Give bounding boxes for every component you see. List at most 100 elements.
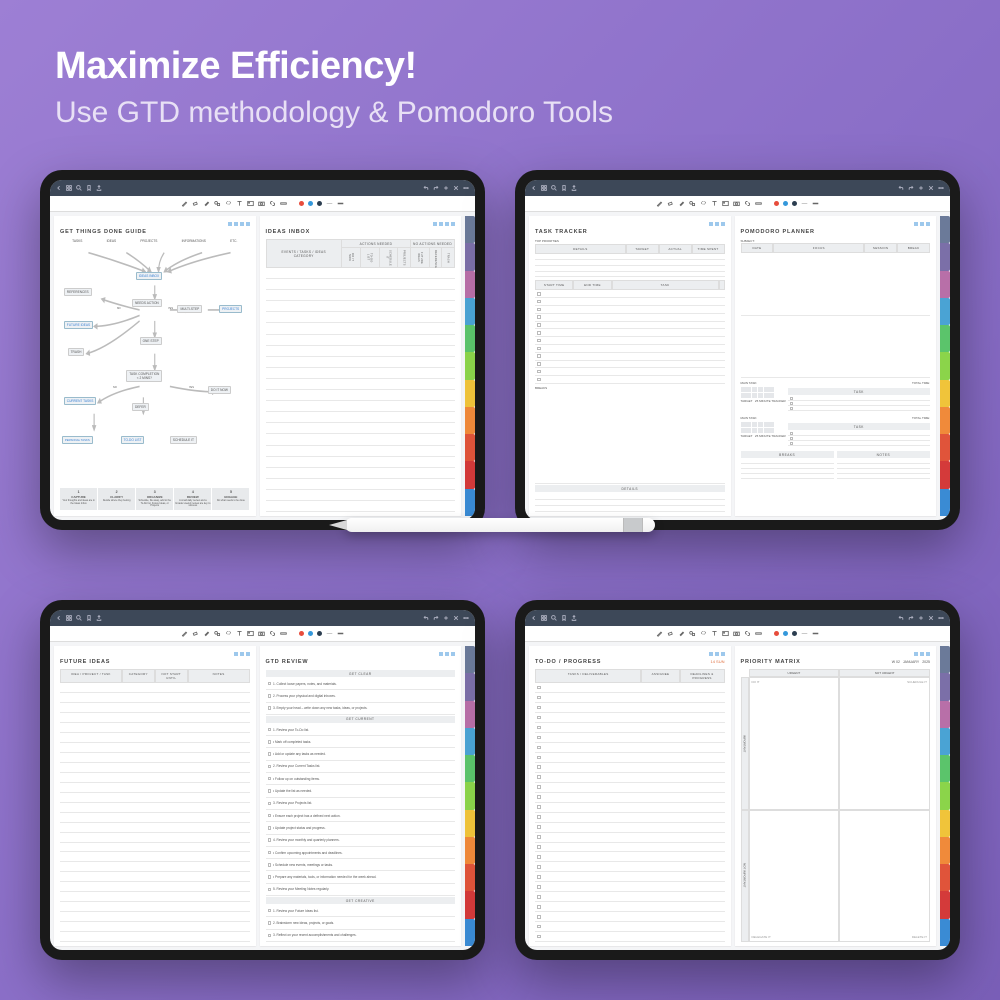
side-tab[interactable] bbox=[940, 782, 950, 809]
grid-icon[interactable] bbox=[66, 185, 72, 191]
search-icon[interactable] bbox=[76, 185, 82, 191]
more-icon[interactable] bbox=[463, 185, 469, 191]
shapes-icon[interactable] bbox=[689, 200, 696, 207]
side-tab[interactable] bbox=[940, 646, 950, 673]
side-tab[interactable] bbox=[940, 352, 950, 379]
list-row[interactable] bbox=[535, 314, 725, 322]
list-row[interactable] bbox=[60, 723, 250, 733]
bookmark-icon[interactable] bbox=[561, 615, 567, 621]
list-row[interactable] bbox=[60, 773, 250, 783]
list-row[interactable] bbox=[60, 852, 250, 862]
highlighter-icon[interactable] bbox=[203, 200, 210, 207]
side-tab[interactable] bbox=[940, 461, 950, 488]
add-icon[interactable] bbox=[918, 615, 924, 621]
side-tab[interactable] bbox=[940, 673, 950, 700]
list-row[interactable] bbox=[535, 713, 725, 723]
list-row[interactable] bbox=[535, 773, 725, 783]
ruler-icon[interactable] bbox=[755, 200, 762, 207]
lasso-icon[interactable] bbox=[700, 200, 707, 207]
color-blue[interactable] bbox=[308, 631, 313, 636]
back-icon[interactable] bbox=[56, 185, 62, 191]
highlighter-icon[interactable] bbox=[678, 200, 685, 207]
list-row[interactable] bbox=[535, 922, 725, 932]
list-row[interactable] bbox=[535, 345, 725, 353]
search-icon[interactable] bbox=[76, 615, 82, 621]
undo-icon[interactable] bbox=[423, 615, 429, 621]
list-row[interactable] bbox=[266, 368, 456, 379]
list-row[interactable] bbox=[266, 457, 456, 468]
pen-icon[interactable] bbox=[181, 200, 188, 207]
list-row[interactable] bbox=[535, 298, 725, 306]
ruler-icon[interactable] bbox=[280, 630, 287, 637]
side-tab[interactable] bbox=[465, 434, 475, 461]
undo-icon[interactable] bbox=[423, 185, 429, 191]
list-row[interactable] bbox=[60, 892, 250, 902]
stroke-thin-icon[interactable] bbox=[326, 200, 333, 207]
list-row[interactable] bbox=[60, 843, 250, 853]
add-icon[interactable] bbox=[443, 615, 449, 621]
list-row[interactable] bbox=[535, 793, 725, 803]
list-row[interactable] bbox=[535, 290, 725, 298]
list-row[interactable] bbox=[535, 272, 725, 278]
bookmark-icon[interactable] bbox=[86, 615, 92, 621]
share-icon[interactable] bbox=[571, 615, 577, 621]
list-row[interactable] bbox=[535, 813, 725, 823]
color-red[interactable] bbox=[774, 201, 779, 206]
lasso-icon[interactable] bbox=[700, 630, 707, 637]
side-tab[interactable] bbox=[465, 646, 475, 673]
search-icon[interactable] bbox=[551, 615, 557, 621]
list-row[interactable] bbox=[535, 361, 725, 369]
list-row[interactable] bbox=[266, 446, 456, 457]
eraser-icon[interactable] bbox=[667, 200, 674, 207]
list-row[interactable] bbox=[535, 763, 725, 773]
list-row[interactable] bbox=[266, 479, 456, 490]
eraser-icon[interactable] bbox=[667, 630, 674, 637]
list-row[interactable] bbox=[266, 290, 456, 301]
link-icon[interactable] bbox=[269, 200, 276, 207]
side-tab[interactable] bbox=[940, 891, 950, 918]
list-row[interactable] bbox=[266, 346, 456, 357]
list-row[interactable] bbox=[837, 474, 930, 479]
list-row[interactable] bbox=[266, 301, 456, 312]
text-icon[interactable] bbox=[236, 200, 243, 207]
list-row[interactable] bbox=[60, 703, 250, 713]
bookmark-icon[interactable] bbox=[561, 185, 567, 191]
list-row[interactable] bbox=[266, 335, 456, 346]
grid-icon[interactable] bbox=[541, 185, 547, 191]
side-tab[interactable] bbox=[465, 271, 475, 298]
list-row[interactable] bbox=[266, 423, 456, 434]
list-row[interactable] bbox=[266, 434, 456, 445]
list-row[interactable] bbox=[60, 872, 250, 882]
search-icon[interactable] bbox=[551, 185, 557, 191]
list-row[interactable] bbox=[535, 833, 725, 843]
undo-icon[interactable] bbox=[898, 185, 904, 191]
image-icon[interactable] bbox=[722, 200, 729, 207]
side-tab[interactable] bbox=[940, 216, 950, 243]
side-tab[interactable] bbox=[465, 243, 475, 270]
back-icon[interactable] bbox=[531, 185, 537, 191]
list-row[interactable] bbox=[60, 783, 250, 793]
lasso-icon[interactable] bbox=[225, 630, 232, 637]
side-tab[interactable] bbox=[465, 298, 475, 325]
side-tab[interactable] bbox=[465, 352, 475, 379]
image-icon[interactable] bbox=[722, 630, 729, 637]
color-black[interactable] bbox=[317, 201, 322, 206]
side-tab[interactable] bbox=[465, 701, 475, 728]
side-tab[interactable] bbox=[940, 919, 950, 946]
grid-icon[interactable] bbox=[541, 615, 547, 621]
share-icon[interactable] bbox=[571, 185, 577, 191]
list-row[interactable] bbox=[535, 337, 725, 345]
redo-icon[interactable] bbox=[908, 615, 914, 621]
shapes-icon[interactable] bbox=[689, 630, 696, 637]
list-row[interactable] bbox=[266, 412, 456, 423]
stroke-thick-icon[interactable] bbox=[337, 200, 344, 207]
list-row[interactable] bbox=[535, 753, 725, 763]
side-tab[interactable] bbox=[465, 461, 475, 488]
share-icon[interactable] bbox=[96, 615, 102, 621]
list-row[interactable] bbox=[266, 501, 456, 512]
list-row[interactable] bbox=[535, 506, 725, 512]
side-tab[interactable] bbox=[940, 407, 950, 434]
list-row[interactable] bbox=[266, 357, 456, 368]
list-row[interactable] bbox=[535, 872, 725, 882]
side-tab[interactable] bbox=[465, 864, 475, 891]
